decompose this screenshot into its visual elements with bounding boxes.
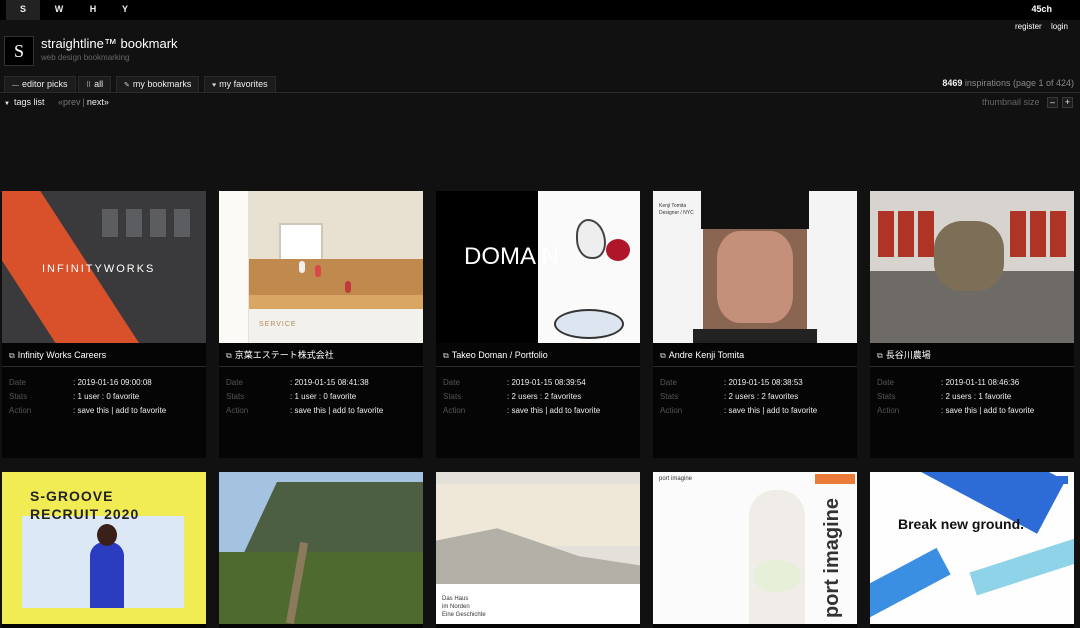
thumbnail-s-groove[interactable]: S-GROOVE RECRUIT 2020 — [2, 472, 206, 624]
thumbnail-andre-kenji-tomita[interactable]: Kenji Tomita Designer / NYC — [653, 191, 857, 343]
thumb-text: Kenji Tomita — [659, 203, 687, 209]
link-icon: ⧉ — [877, 351, 883, 360]
top-tab-y[interactable]: Y — [108, 0, 142, 20]
inspirations-count: 8469 inspirations (page 1 of 424) — [942, 78, 1074, 88]
link-icon: ⧉ — [443, 351, 449, 360]
thumb-text: S-GROOVE — [30, 488, 114, 504]
top-tab-s[interactable]: S — [6, 0, 40, 20]
link-icon: ⧉ — [9, 351, 15, 360]
site-code-link[interactable]: 45ch — [1031, 4, 1052, 14]
nav-editor-picks[interactable]: — editor picks — [4, 76, 76, 92]
link-icon: ⧉ — [226, 351, 232, 360]
bookmark-card: S-GROOVE RECRUIT 2020 — [2, 472, 206, 628]
grid-icon: ⠿ — [86, 82, 92, 89]
bookmark-card: INFINITYWORKS ⧉ Infinity Works Careers Da… — [2, 191, 206, 458]
thumb-text: RECRUIT 2020 — [30, 506, 140, 522]
save-favorite-links[interactable]: : save this | add to favorite — [290, 406, 383, 415]
bookmark-card: Das Haus im Norden Eine Geschichte — [436, 472, 640, 628]
bookmark-card — [219, 472, 423, 628]
thumb-text: INFINITYWORKS — [42, 263, 156, 275]
thumb-text: Eine Geschichte — [442, 612, 486, 618]
card-title[interactable]: ⧉ 京葉エステート株式会社 — [219, 343, 423, 367]
top-tab-w[interactable]: W — [42, 0, 76, 20]
save-favorite-links[interactable]: : save this | add to favorite — [507, 406, 600, 415]
bookmark-card: ⧉ 長谷川農場 Date: 2019-01-11 08:46:36 Stats: … — [870, 191, 1074, 458]
nav-my-favorites[interactable]: ♥ my favorites — [204, 76, 276, 92]
bookmark-card: DOMA N ⧉ Takeo Doman / Portfolio Date: 20… — [436, 191, 640, 458]
thumb-text: Das Haus — [442, 596, 469, 602]
thumbnail-vineyard[interactable] — [219, 472, 423, 624]
nav-label: my bookmarks — [132, 79, 192, 89]
pager-separator: | — [82, 97, 85, 107]
thumbnail-das-haus[interactable]: Das Haus im Norden Eine Geschichte — [436, 472, 640, 624]
site-logo[interactable]: S — [4, 36, 34, 66]
prev-link[interactable]: «prev — [58, 97, 81, 107]
nav-label: my favorites — [219, 79, 268, 89]
login-link[interactable]: login — [1051, 22, 1068, 31]
thumb-size-decrease-button[interactable]: – — [1047, 97, 1058, 108]
thumb-text: port imagine — [659, 476, 693, 482]
card-title[interactable]: ⧉ Takeo Doman / Portfolio — [436, 343, 640, 367]
thumb-text: Designer / NYC — [659, 210, 694, 216]
caret-down-icon: ▼ — [4, 101, 10, 107]
bookmark-card: Kenji Tomita Designer / NYC ⧉ Andre Kenji… — [653, 191, 857, 458]
register-link[interactable]: register — [1015, 22, 1042, 31]
save-favorite-links[interactable]: : save this | add to favorite — [724, 406, 817, 415]
thumb-text: SERVICE — [259, 321, 297, 328]
pager: «prev | next» — [58, 97, 109, 107]
thumb-text: port imagine — [821, 498, 843, 619]
site-subtitle: web design bookmarking — [41, 53, 130, 62]
pencil-icon: ✎ — [124, 82, 130, 89]
bookmark-card: port imagine port imagine — [653, 472, 857, 628]
bookmark-card: SERVICE ⧉ 京葉エステート株式会社 Date: 2019-01-15 08… — [219, 191, 423, 458]
thumbnail-size-label: thumbnail size — [982, 97, 1040, 107]
nav-divider — [0, 92, 1080, 93]
nav-label: editor picks — [22, 79, 68, 89]
next-link[interactable]: next» — [87, 97, 109, 107]
heart-icon: ♥ — [212, 82, 217, 89]
top-tab-h[interactable]: H — [76, 0, 110, 20]
thumb-size-increase-button[interactable]: + — [1062, 97, 1073, 108]
list-icon: — — [12, 82, 19, 89]
thumbnail-keiyo-estate[interactable]: SERVICE — [219, 191, 423, 343]
thumb-text: DOMA N — [464, 243, 559, 270]
nav-all[interactable]: ⠿ all — [78, 76, 112, 92]
thumb-text: im Norden — [442, 604, 470, 610]
thumbnail-break-new-ground[interactable]: Break new ground. — [870, 472, 1074, 624]
thumbnail-infinity-works[interactable]: INFINITYWORKS — [2, 191, 206, 343]
top-strip: S W H Y 45ch — [0, 0, 1080, 20]
thumbnail-takeo-doman[interactable]: DOMA N — [436, 191, 640, 343]
card-title[interactable]: ⧉ Andre Kenji Tomita — [653, 343, 857, 367]
save-favorite-links[interactable]: : save this | add to favorite — [73, 406, 166, 415]
site-title[interactable]: straightline™ bookmark — [41, 36, 178, 51]
bookmark-card: Break new ground. — [870, 472, 1074, 628]
card-title[interactable]: ⧉ 長谷川農場 — [870, 343, 1074, 367]
thumbnail-hasegawa-farm[interactable] — [870, 191, 1074, 343]
save-favorite-links[interactable]: : save this | add to favorite — [941, 406, 1034, 415]
link-icon: ⧉ — [660, 351, 666, 360]
card-title[interactable]: ⧉ Infinity Works Careers — [2, 343, 206, 367]
nav-label: all — [94, 79, 104, 89]
tags-list-toggle[interactable]: ▼ tags list — [4, 97, 44, 107]
thumb-text: Break new ground. — [898, 516, 1025, 532]
nav-my-bookmarks[interactable]: ✎ my bookmarks — [116, 76, 200, 92]
thumbnail-port-imagine[interactable]: port imagine port imagine — [653, 472, 857, 624]
